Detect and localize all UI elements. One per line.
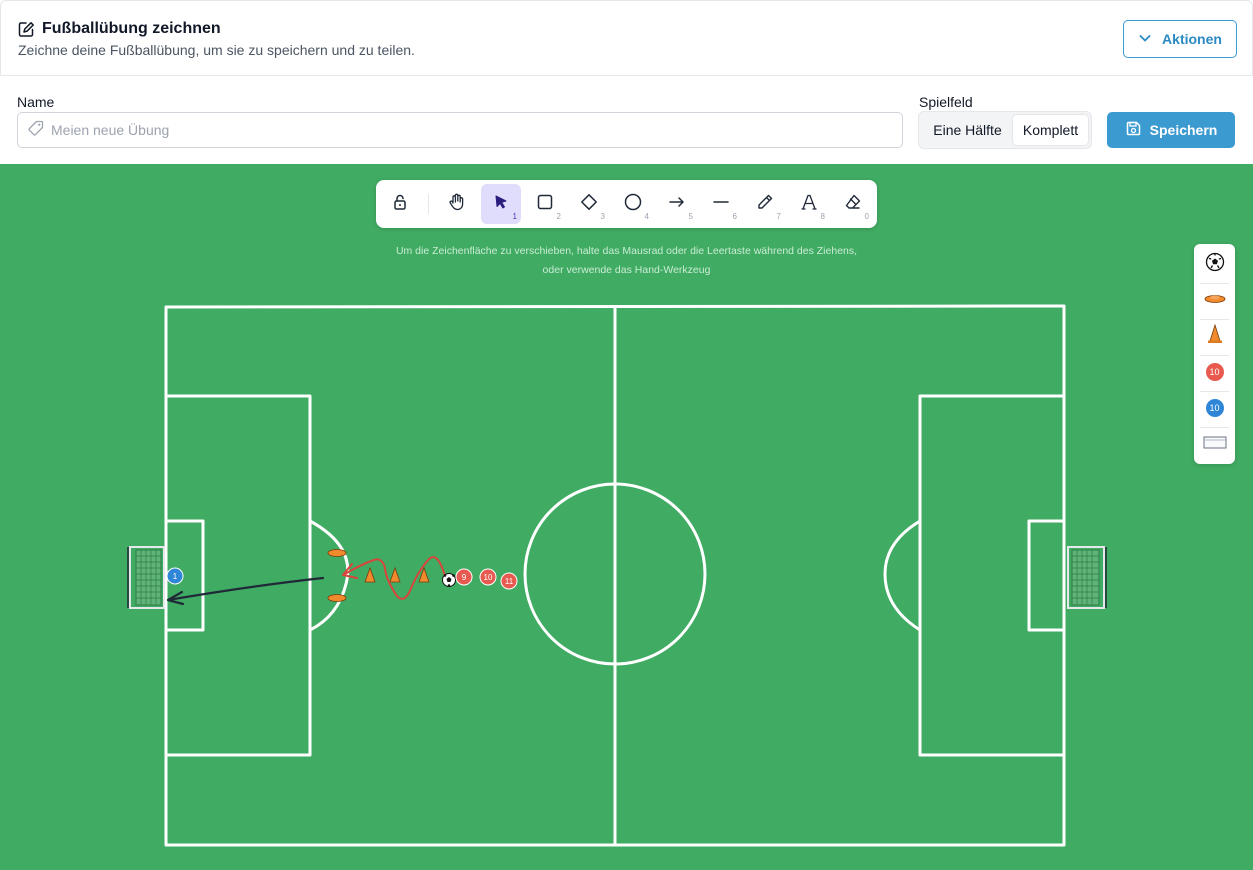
cursor-icon xyxy=(492,193,510,216)
floppy-disk-icon xyxy=(1125,120,1142,140)
tool-shortcut: 8 xyxy=(820,212,825,221)
right-goal xyxy=(1067,546,1107,609)
lock-icon xyxy=(391,193,409,216)
lock-tool[interactable] xyxy=(380,184,420,224)
palette-marker-disc[interactable] xyxy=(1200,282,1229,318)
tag-icon xyxy=(27,119,45,142)
object-palette: 10 10 xyxy=(1194,244,1235,464)
right-penalty-area xyxy=(918,394,1066,757)
rectangle-icon xyxy=(536,193,554,216)
marker-disc-icon xyxy=(1204,291,1226,309)
edit-icon xyxy=(18,21,35,38)
hand-icon xyxy=(447,192,467,217)
page-subtitle: Zeichne deine Fußballübung, um sie zu sp… xyxy=(18,42,415,58)
title-row: Fußballübung zeichnen xyxy=(18,20,221,38)
arrow-tool[interactable]: 5 xyxy=(657,184,697,224)
text-tool[interactable]: 8 xyxy=(789,184,829,224)
blue-player-label: 1 xyxy=(173,572,178,581)
actions-label: Aktionen xyxy=(1162,31,1222,47)
palette-goal[interactable] xyxy=(1200,426,1229,462)
form-row: Name Spielfeld Eine Hälfte Komplett Spei… xyxy=(0,77,1253,164)
diamond-tool[interactable]: 3 xyxy=(569,184,609,224)
drawing-toolbar: 1 2 3 4 5 6 7 8 0 xyxy=(376,180,877,228)
tool-shortcut: 3 xyxy=(600,212,605,221)
field-option-half[interactable]: Eine Hälfte xyxy=(922,115,1013,145)
line-icon xyxy=(712,193,730,216)
palette-ball[interactable] xyxy=(1200,246,1229,282)
shot-arrow xyxy=(166,576,325,602)
tool-shortcut: 7 xyxy=(776,212,781,221)
hint-line-2: oder verwende das Hand-Werkzeug xyxy=(542,264,711,276)
arrow-icon xyxy=(668,193,686,216)
text-icon xyxy=(800,193,818,216)
eraser-tool[interactable]: 0 xyxy=(833,184,873,224)
red-player: 9 xyxy=(455,568,473,586)
tool-shortcut: 2 xyxy=(556,212,561,221)
actions-button[interactable]: Aktionen xyxy=(1123,20,1237,58)
pencil-icon xyxy=(756,193,774,216)
right-goal-area xyxy=(1027,519,1066,632)
red-player-label: 9 xyxy=(462,573,467,582)
canvas-hint: Um die Zeichenfläche zu verschieben, hal… xyxy=(376,242,877,280)
select-tool[interactable]: 1 xyxy=(481,184,521,224)
field-option-full[interactable]: Komplett xyxy=(1013,115,1088,145)
red-player: 11 xyxy=(500,572,518,590)
drawing-canvas[interactable]: 9 10 11 1 1 2 3 4 5 6 7 8 0 Um die Zeich… xyxy=(0,164,1253,870)
hand-tool[interactable] xyxy=(437,184,477,224)
soccer-ball xyxy=(442,573,456,587)
save-button[interactable]: Speichern xyxy=(1107,112,1235,148)
circle-tool[interactable]: 4 xyxy=(613,184,653,224)
tool-shortcut: 0 xyxy=(864,212,869,221)
left-penalty-arc xyxy=(308,519,350,632)
rectangle-tool[interactable]: 2 xyxy=(525,184,565,224)
palette-red-player[interactable]: 10 xyxy=(1200,354,1229,390)
red-player: 10 xyxy=(479,568,497,586)
name-field[interactable] xyxy=(17,112,903,148)
circle-icon xyxy=(624,193,642,216)
goal-icon xyxy=(1203,435,1227,454)
field-selector: Eine Hälfte Komplett xyxy=(918,111,1092,149)
name-input[interactable] xyxy=(51,122,871,138)
tool-shortcut: 6 xyxy=(732,212,737,221)
diamond-icon xyxy=(580,193,598,216)
tool-shortcut: 1 xyxy=(512,212,517,221)
tool-shortcut: 4 xyxy=(644,212,649,221)
blue-player-icon: 10 xyxy=(1205,399,1224,417)
chevron-down-icon xyxy=(1138,31,1152,48)
left-penalty-area xyxy=(164,394,312,757)
field-label: Spielfeld xyxy=(919,94,973,110)
eraser-icon xyxy=(844,193,862,216)
red-player-icon: 10 xyxy=(1205,363,1224,381)
left-goal xyxy=(127,546,165,609)
hint-line-1: Um die Zeichenfläche zu verschieben, hal… xyxy=(395,245,858,257)
pencil-tool[interactable]: 7 xyxy=(745,184,785,224)
right-penalty-arc xyxy=(883,519,922,632)
cone-icon xyxy=(1207,323,1223,349)
name-label: Name xyxy=(17,94,55,110)
palette-cone[interactable] xyxy=(1200,318,1229,354)
toolbar-divider xyxy=(428,194,429,214)
palette-blue-player[interactable]: 10 xyxy=(1200,390,1229,426)
red-player-label: 10 xyxy=(484,573,493,582)
save-label: Speichern xyxy=(1149,122,1218,138)
red-player-label: 11 xyxy=(505,577,514,586)
soccer-ball-icon xyxy=(1205,252,1225,277)
page-header: Fußballübung zeichnen Zeichne deine Fußb… xyxy=(0,0,1253,76)
page-title: Fußballübung zeichnen xyxy=(42,20,221,37)
blue-player: 1 xyxy=(166,567,184,585)
line-tool[interactable]: 6 xyxy=(701,184,741,224)
tool-shortcut: 5 xyxy=(688,212,693,221)
